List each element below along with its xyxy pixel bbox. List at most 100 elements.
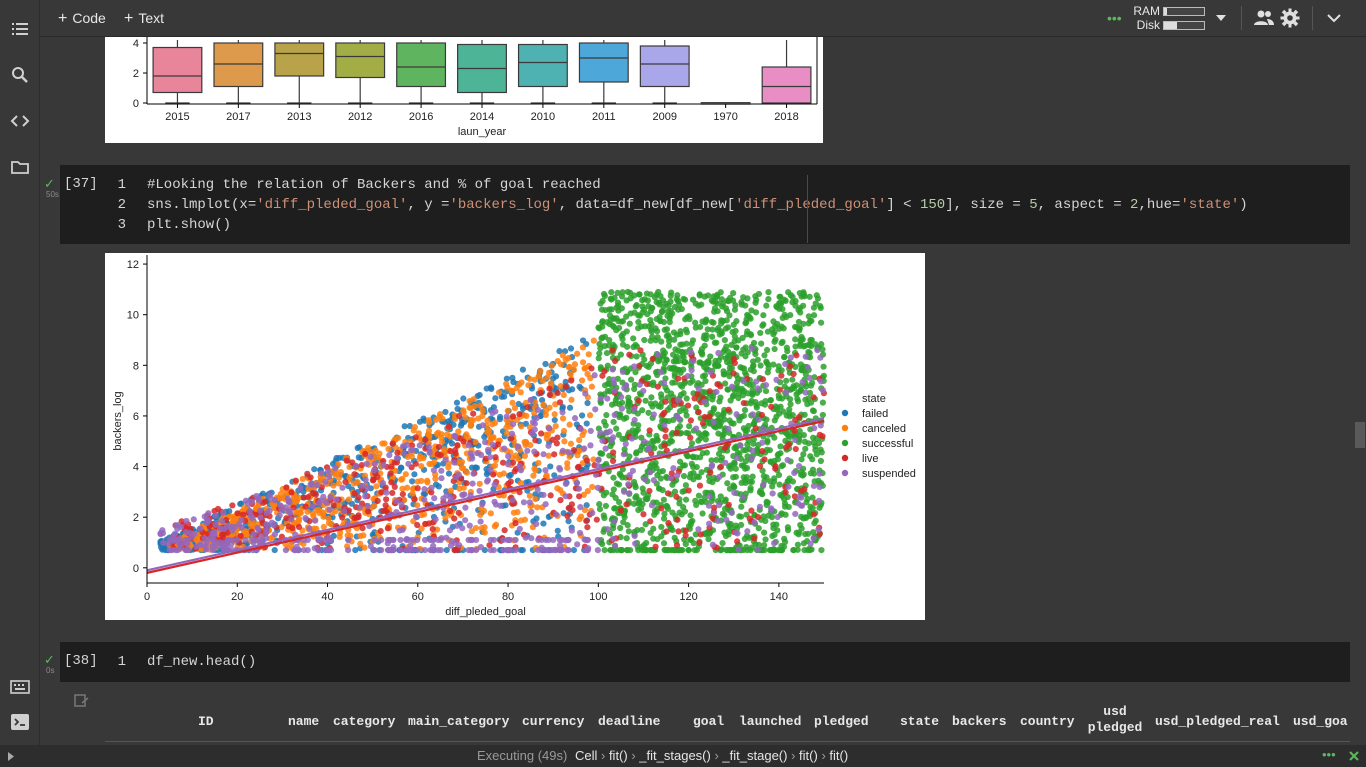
scatter-point-live [617,507,625,514]
scatter-point-live [759,447,766,455]
add-code-button[interactable]: + Code [58,9,106,27]
scatter-point-canceled [525,382,532,389]
scatter-point-successful [636,291,643,298]
scatter-point-successful [678,348,685,356]
scatter-point-suspended [641,476,649,483]
scatter-point-suspended [811,425,818,432]
execution-breadcrumb[interactable]: Executing (49s) Cell › fit() › _fit_stag… [477,748,848,763]
close-status-icon[interactable] [1349,751,1359,761]
code-snippets-icon[interactable] [10,111,30,131]
scatter-point-successful [715,325,722,332]
command-palette-icon[interactable] [10,677,30,697]
scatter-point-suspended [172,546,180,554]
scatter-point-suspended [707,368,714,376]
scatter-point-successful [681,359,688,366]
scatter-point-successful [603,411,610,419]
files-icon[interactable] [10,157,30,177]
scatter-point-failed [519,366,527,373]
scatter-point-canceled [560,391,567,399]
code-line-3[interactable]: plt.show() [147,217,231,233]
scatter-point-canceled [477,402,484,409]
scatter-point-live [292,477,299,484]
scatter-point-suspended [398,501,405,508]
scatter-point-suspended [732,529,740,536]
code-line-2[interactable]: sns.lmplot(x='diff_pleded_goal', y ='bac… [147,197,1248,213]
scatter-point-live [695,408,702,416]
scatter-point-canceled [463,469,471,476]
scatter-point-suspended [594,536,601,544]
scatter-point-successful [758,340,765,347]
scatter-point-suspended [379,479,387,487]
scatter-point-successful [618,305,625,312]
scatter-point-suspended [802,389,809,396]
resources-dropdown-icon[interactable] [1215,13,1227,23]
scatter-point-suspended [619,368,627,376]
scatter-point-failed [569,386,576,393]
scatter-point-live [687,417,694,424]
scatter-point-suspended [550,536,557,544]
scatter-point-successful [675,306,682,313]
scatter-point-suspended [618,405,625,412]
scatter-point-suspended [238,524,245,531]
scatter-point-canceled [517,389,524,396]
scatter-point-suspended [751,519,758,526]
scatter-point-successful [778,340,785,347]
scatter-point-suspended [362,476,369,483]
scatter-point-live [565,504,572,512]
vertical-scrollbar-thumb[interactable] [1355,422,1365,448]
scatter-point-canceled [345,496,353,503]
scatter-point-suspended [542,467,549,474]
search-icon[interactable] [10,65,30,85]
scatter-point-successful [771,417,778,424]
scatter-point-live [706,388,713,395]
collapse-header-chevron-icon[interactable] [1326,12,1342,24]
code-cell-37[interactable]: [37] 1 2 3 #Looking the relation of Back… [60,165,1350,244]
scatter-point-successful [770,331,777,338]
scatter-point-successful [601,333,609,340]
scatter-point-live [725,501,732,508]
scatter-point-suspended [647,469,654,476]
scatter-point-suspended [487,466,494,473]
code-token: sns.lmplot(x= [147,197,257,213]
expand-arrow-icon[interactable] [8,752,14,761]
scatter-point-live [554,389,561,397]
scatter-point-suspended [185,546,192,554]
share-people-icon[interactable] [1253,9,1275,27]
scatter-point-successful [695,474,702,481]
code-line-1[interactable]: #Looking the relation of Backers and % o… [147,177,601,193]
scatter-point-suspended [550,546,557,554]
scatter-point-canceled [293,497,301,504]
add-text-button[interactable]: + Text [124,9,164,27]
toc-icon[interactable] [10,19,30,39]
scatter-point-suspended [792,510,799,518]
scatter-point-canceled [535,459,542,467]
scatter-point-live [422,520,429,528]
scatter-point-live [288,489,295,496]
settings-gear-icon[interactable] [1280,8,1300,28]
scatter-point-successful [675,366,683,374]
scatter-point-successful [801,411,808,418]
scatter-point-successful [637,447,644,454]
add-text-label: Text [138,10,165,26]
scatter-point-successful [661,326,668,333]
scatter-point-suspended [515,443,522,450]
scatter-point-successful [671,534,678,541]
terminal-icon[interactable] [10,712,30,732]
scatter-point-failed [496,416,504,423]
scatter-point-canceled [508,387,515,394]
scatter-point-successful [701,293,708,300]
resources-indicator[interactable]: RAM Disk [1130,4,1210,32]
scatter-point-successful [759,322,766,329]
scatter-point-suspended [565,536,572,544]
scatter-point-live [524,404,531,411]
code-cell-38[interactable]: [38] 1 df_new.head() [60,642,1350,682]
scatter-point-suspended [416,442,423,449]
scatter-point-successful [672,358,680,365]
scatter-point-canceled [402,471,409,478]
scatter-point-live [377,527,384,535]
output-actions-icon[interactable] [74,694,90,708]
scatter-point-failed [492,395,499,402]
code-line-1[interactable]: df_new.head() [147,654,256,670]
scatter-point-canceled [503,424,510,431]
scatter-point-successful [787,311,794,319]
